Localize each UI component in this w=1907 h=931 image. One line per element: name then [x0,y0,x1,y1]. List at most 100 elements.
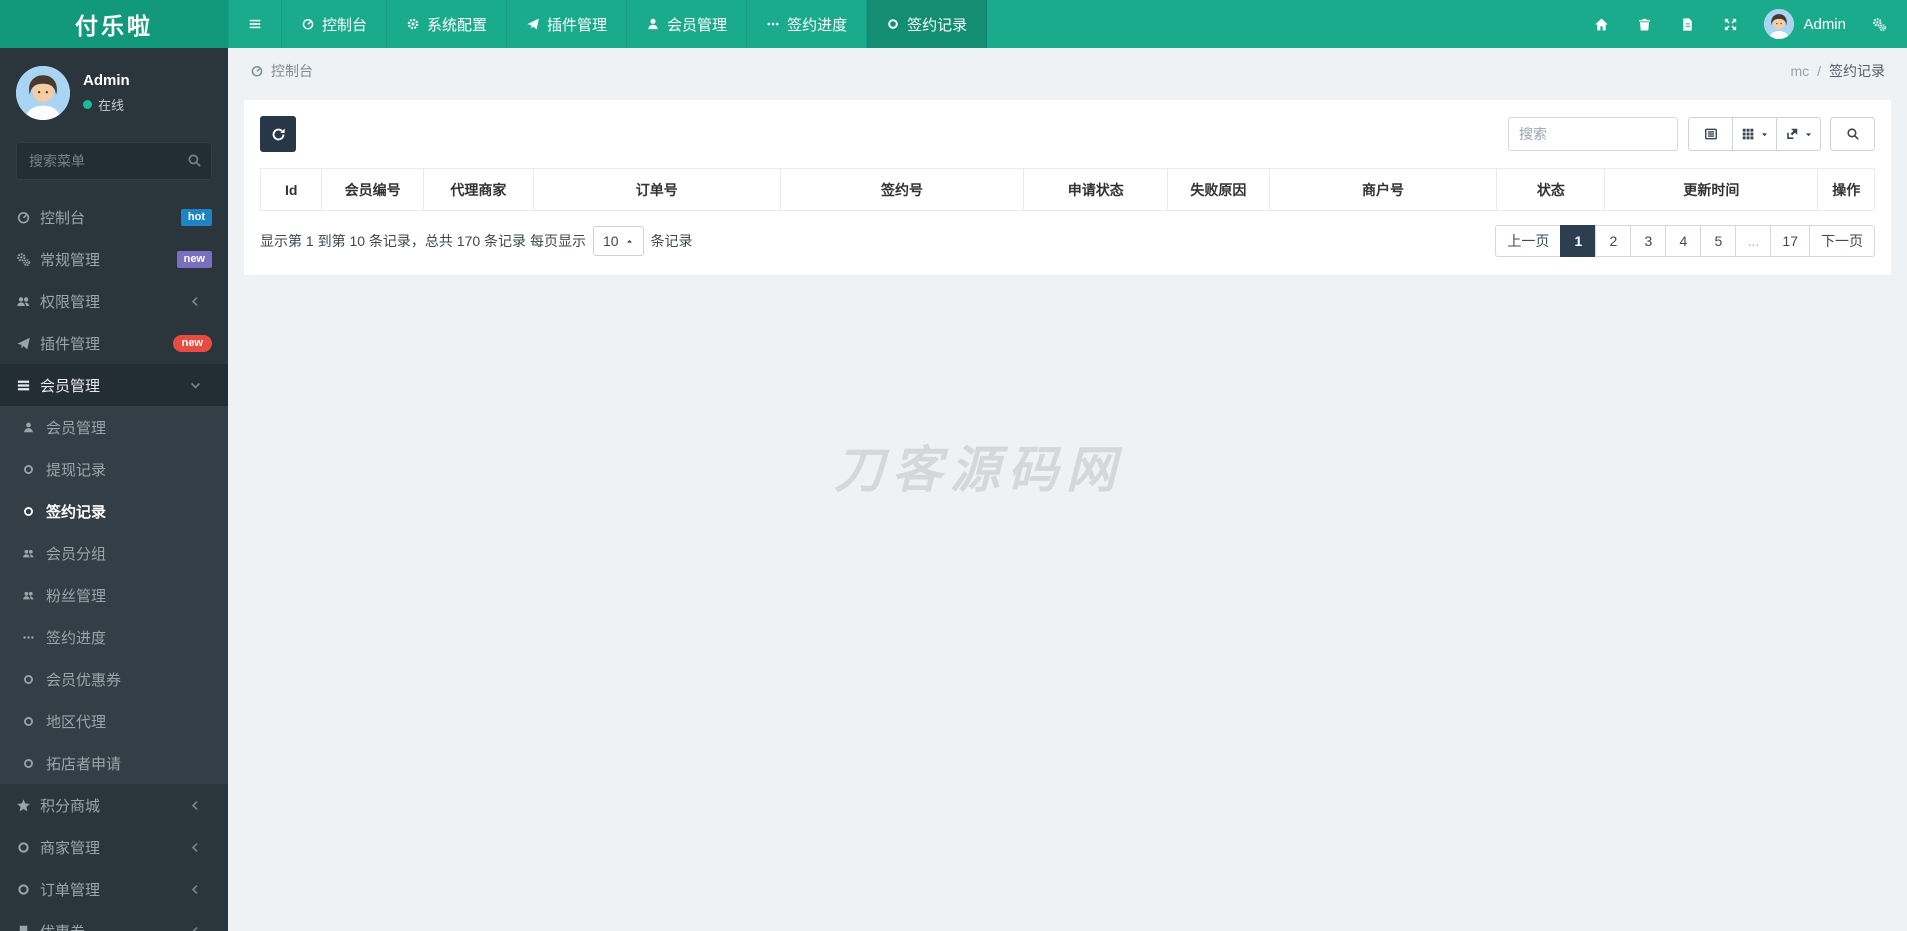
fullscreen-icon [1723,17,1738,32]
sidebar-item-label: 权限管理 [40,293,101,311]
avatar [1764,9,1795,39]
sidebar-item-member-management[interactable]: 会员管理 [0,364,228,406]
pagination-page-3[interactable]: 3 [1630,225,1667,257]
sidebar-item-dashboard[interactable]: 控制台 hot [0,196,228,238]
home-button[interactable] [1580,0,1623,48]
sidebar-item-region-agents[interactable]: 地区代理 [0,700,228,742]
dashboard-icon [250,64,264,78]
top-navbar: 付乐啦 控制台 系统配置 插件管理 会员管理 签约进度 签约记录 Admin [0,0,1907,48]
sidebar-item-merchant-management[interactable]: 商家管理 [0,826,228,868]
sidebar-item-plugin-management[interactable]: 插件管理 new [0,322,228,364]
user-menu[interactable]: Admin [1752,0,1858,48]
column-header: 代理商家 [423,168,534,211]
trash-icon [1637,17,1652,32]
trash-button[interactable] [1623,0,1666,48]
sidebar-item-coupons[interactable]: 优惠券 [0,910,228,931]
chevron-left-icon [188,294,212,309]
document-button[interactable] [1666,0,1709,48]
pagination-next[interactable]: 下一页 [1809,225,1875,257]
top-tab-label: 系统配置 [427,16,488,34]
columns-icon [1741,127,1755,141]
sidebar-item-shop-developer-apply[interactable]: 拓店者申请 [0,742,228,784]
circle-icon [22,757,46,770]
menu-search-input[interactable] [16,142,212,180]
top-tab-system-config[interactable]: 系统配置 [387,0,508,48]
pagination-page-5[interactable]: 5 [1700,225,1737,257]
sidebar-item-label: 签约进度 [46,629,107,647]
top-tab-label: 控制台 [322,16,368,34]
top-tab-member-management[interactable]: 会员管理 [627,0,748,48]
top-tab-sidebar-toggle[interactable] [228,0,282,48]
chevron-down-icon [188,378,212,393]
user-status-label: 在线 [98,98,125,113]
sidebar-item-label: 控制台 [40,209,86,227]
sidebar-item-label: 优惠券 [40,921,188,931]
top-tab-plugin-management[interactable]: 插件管理 [507,0,628,48]
summary-prefix: 显示第 1 到第 10 条记录，总共 170 条记录 每页显示 [260,233,586,249]
top-tab-dashboard[interactable]: 控制台 [282,0,388,48]
sidebar-item-member-coupons[interactable]: 会员优惠券 [0,658,228,700]
export-button[interactable] [1776,117,1821,151]
pagination-page-1[interactable]: 1 [1560,225,1597,257]
refresh-button[interactable] [260,116,296,152]
sidebar-item-fans-management[interactable]: 粉丝管理 [0,574,228,616]
page-size-select[interactable]: 10 [592,226,644,256]
menu-icon [248,17,262,31]
avatar[interactable] [16,66,70,120]
pagination-page-17[interactable]: 17 [1770,225,1810,257]
search-icon [1846,127,1860,141]
watermark: 刀客源码网 [834,442,1124,498]
main-content: 控制台 mc / 签约记录 Id会员编号代理商家订单号签约号申请状态失败原因商户… [228,48,1907,931]
badge-new: new [176,250,212,268]
top-tab-label: 签约记录 [907,16,968,34]
pagination-ellipsis: ... [1735,225,1772,257]
pagination-page-4[interactable]: 4 [1665,225,1702,257]
sidebar-item-withdraw-records[interactable]: 提现记录 [0,448,228,490]
settings-button[interactable] [1858,0,1901,48]
circle-icon [22,463,46,476]
column-header: 订单号 [532,168,781,211]
sidebar: Admin 在线 控制台hot常规管理new权限管理插件管理new会员管理会员管… [0,48,228,931]
column-header: 会员编号 [321,168,424,211]
sidebar-item-label: 会员优惠券 [46,671,122,689]
top-right-actions: Admin [1580,0,1907,48]
app-logo[interactable]: 付乐啦 [0,0,228,48]
top-tab-sign-records[interactable]: 签约记录 [867,0,988,48]
sidebar-item-member-management-sub[interactable]: 会员管理 [0,406,228,448]
user-icon [646,17,660,31]
column-header: 失败原因 [1167,168,1270,211]
caret-up-icon [625,237,634,246]
top-menu: 控制台 系统配置 插件管理 会员管理 签约进度 签约记录 [228,0,988,48]
detail-view-button[interactable] [1688,117,1733,151]
sidebar-item-order-management[interactable]: 订单管理 [0,868,228,910]
top-tab-label: 签约进度 [787,16,848,34]
breadcrumb-current: 签约记录 [1829,63,1885,79]
sidebar-item-label: 提现记录 [46,461,107,479]
ellipsis-icon [22,631,46,644]
sidebar-item-label: 会员管理 [40,377,101,395]
sidebar-item-label: 商家管理 [40,839,101,857]
fullscreen-button[interactable] [1709,0,1752,48]
detail-view-icon [1704,127,1718,141]
pagination-prev[interactable]: 上一页 [1495,225,1562,257]
top-tab-sign-progress[interactable]: 签约进度 [747,0,868,48]
search-button[interactable] [1830,117,1875,151]
export-icon [1785,127,1799,141]
sidebar-item-label: 粉丝管理 [46,587,107,605]
columns-button[interactable] [1732,117,1777,151]
sidebar-item-general-management[interactable]: 常规管理 new [0,238,228,280]
breadcrumb-parent[interactable]: mc [1790,63,1809,79]
pagination-page-2[interactable]: 2 [1595,225,1632,257]
badge-hot: hot [180,208,212,226]
sidebar-menu: 控制台 hot 常规管理 new 权限管理 插件管理 new 会员管理 会员管理 提现记录 签约记录… [0,196,228,931]
circle-icon [886,17,900,31]
sidebar-item-permission-management[interactable]: 权限管理 [0,280,228,322]
sidebar-item-points-mall[interactable]: 积分商城 [0,784,228,826]
sidebar-item-sign-records[interactable]: 签约记录 [0,490,228,532]
sidebar-item-member-groups[interactable]: 会员分组 [0,532,228,574]
sidebar-item-sign-progress[interactable]: 签约进度 [0,616,228,658]
table-search-input[interactable] [1508,117,1678,151]
chevron-left-icon [188,882,212,897]
sidebar-search [16,142,212,180]
sign-records-table: Id 会员编号 代理商家 订单号 签约号 申请状态 失败原因 商户号 状态 更新时间 操作 [259,168,1875,211]
